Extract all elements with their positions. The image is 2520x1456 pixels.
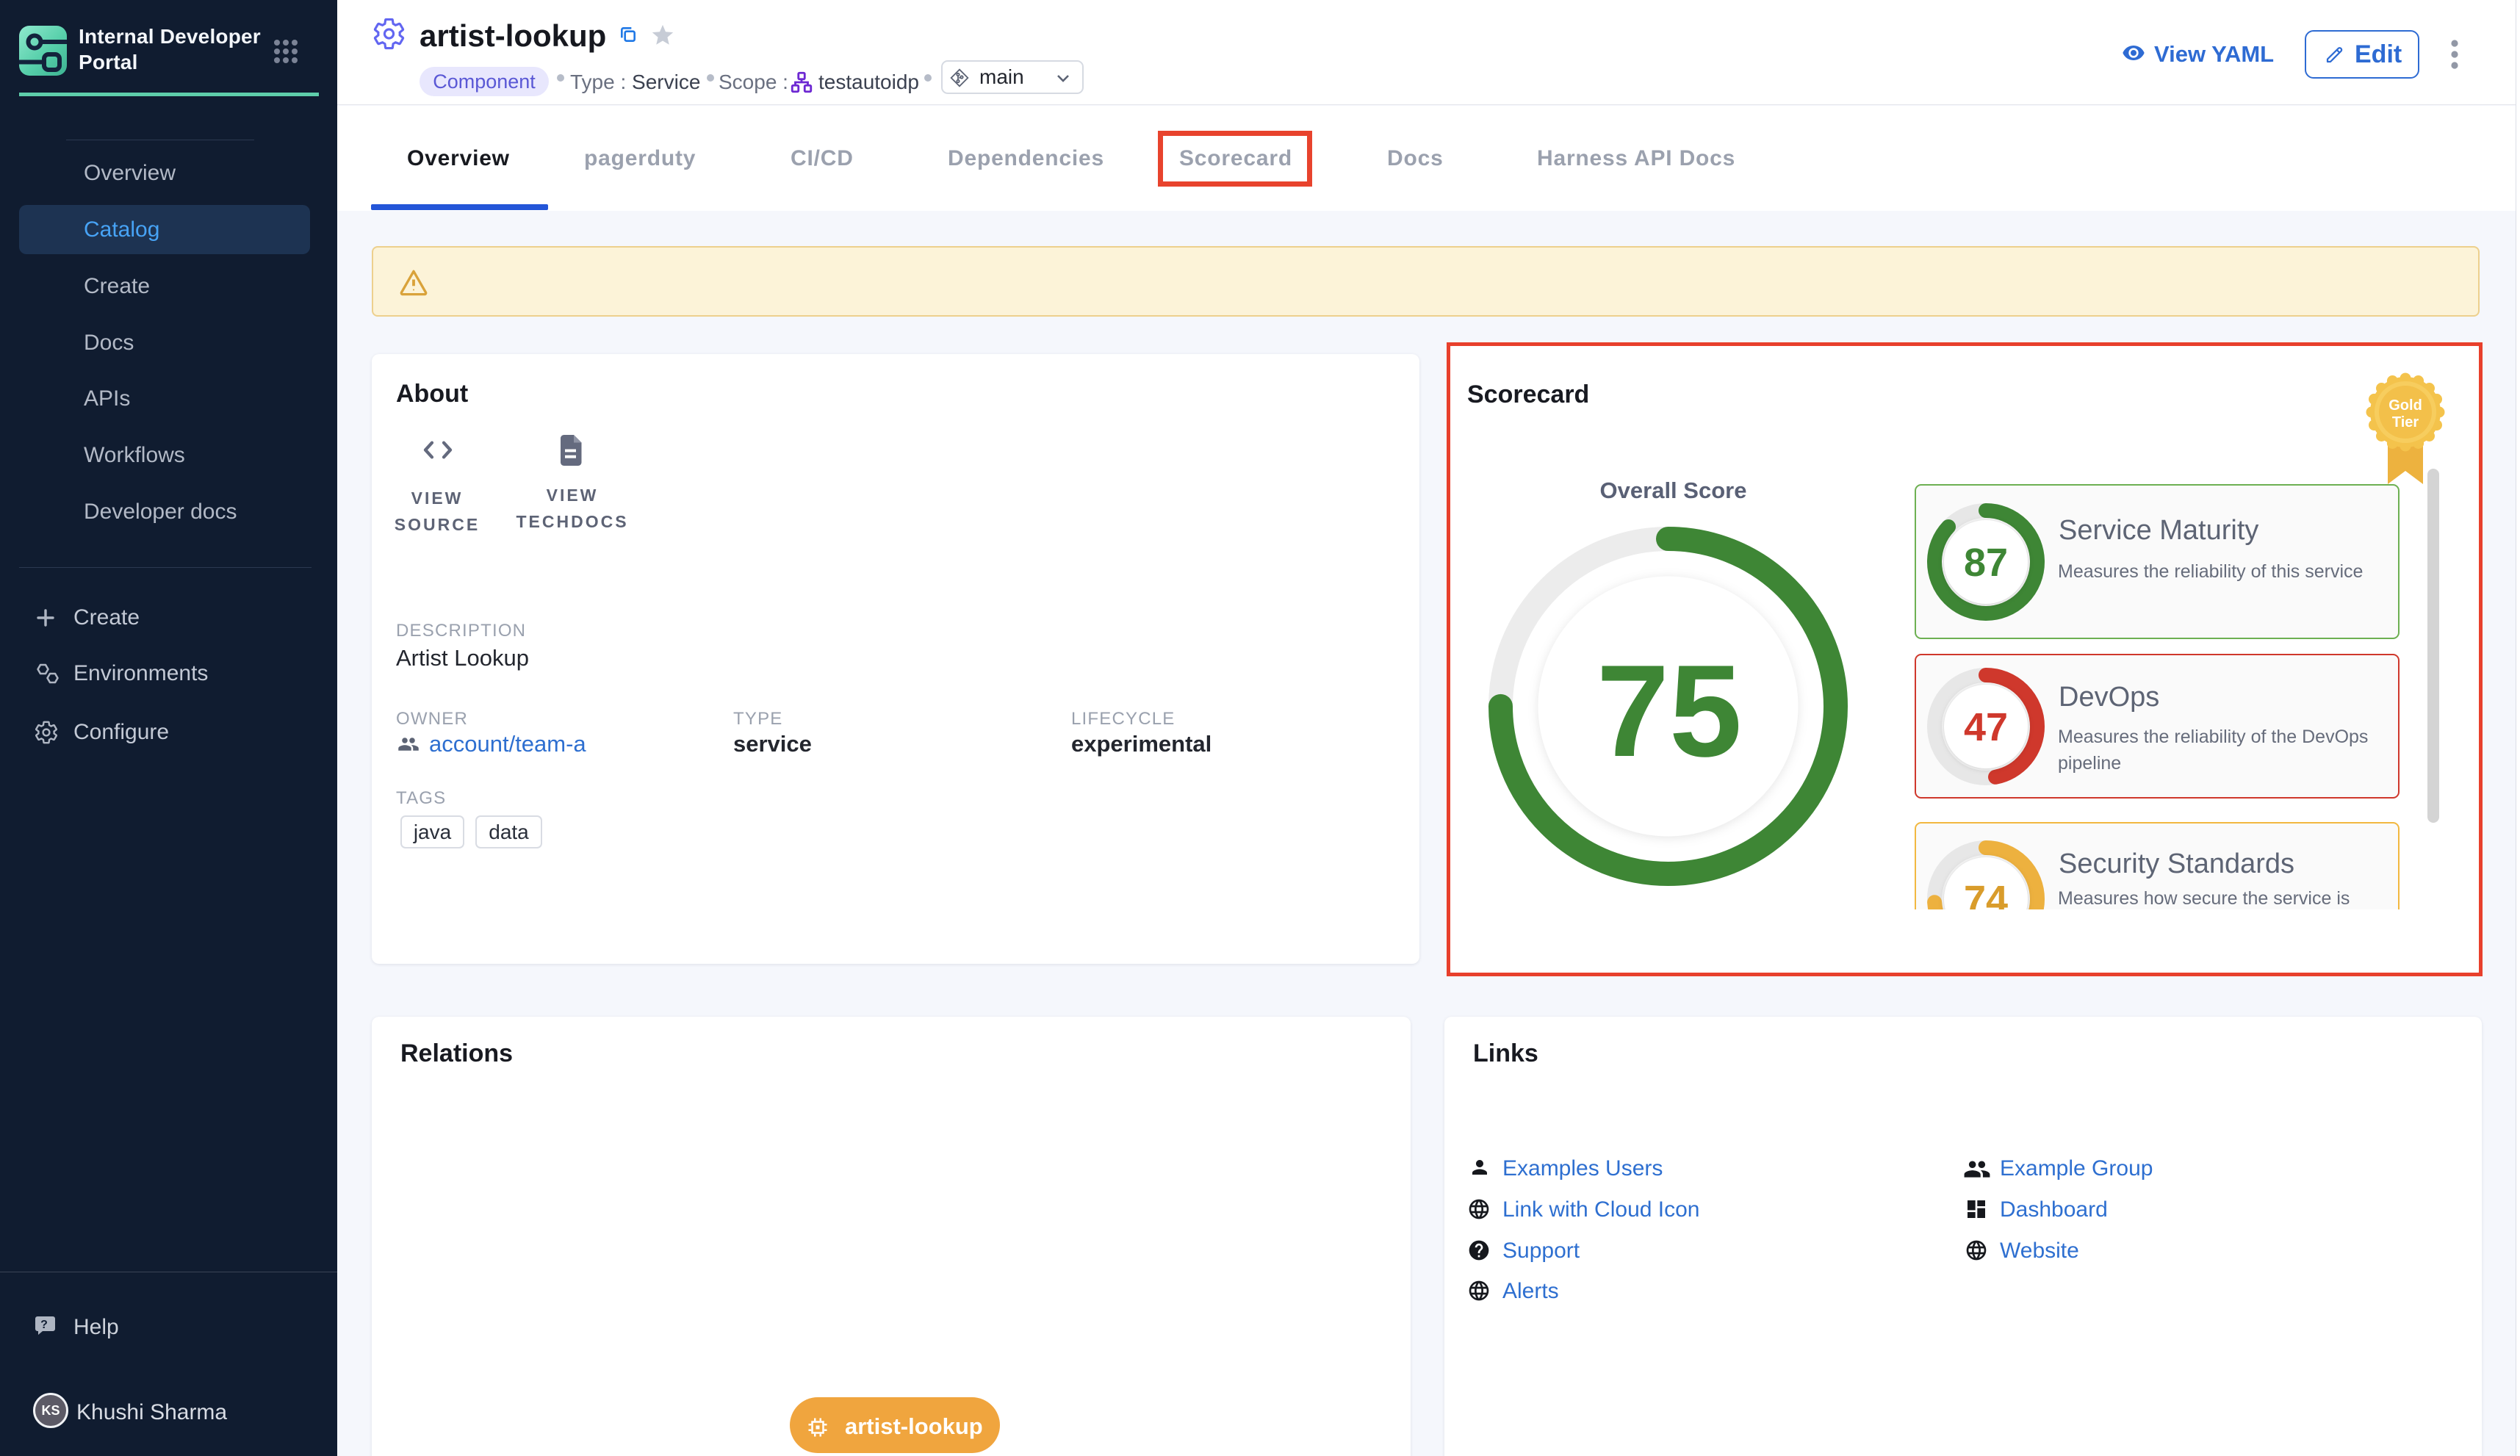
- svg-text:75: 75: [1596, 638, 1742, 784]
- svg-text:47: 47: [1964, 705, 2008, 749]
- svg-text:87: 87: [1964, 541, 2008, 585]
- svg-text:Tier: Tier: [2392, 414, 2419, 430]
- svg-text:Gold: Gold: [2388, 397, 2422, 414]
- svg-text:?: ?: [40, 1319, 48, 1331]
